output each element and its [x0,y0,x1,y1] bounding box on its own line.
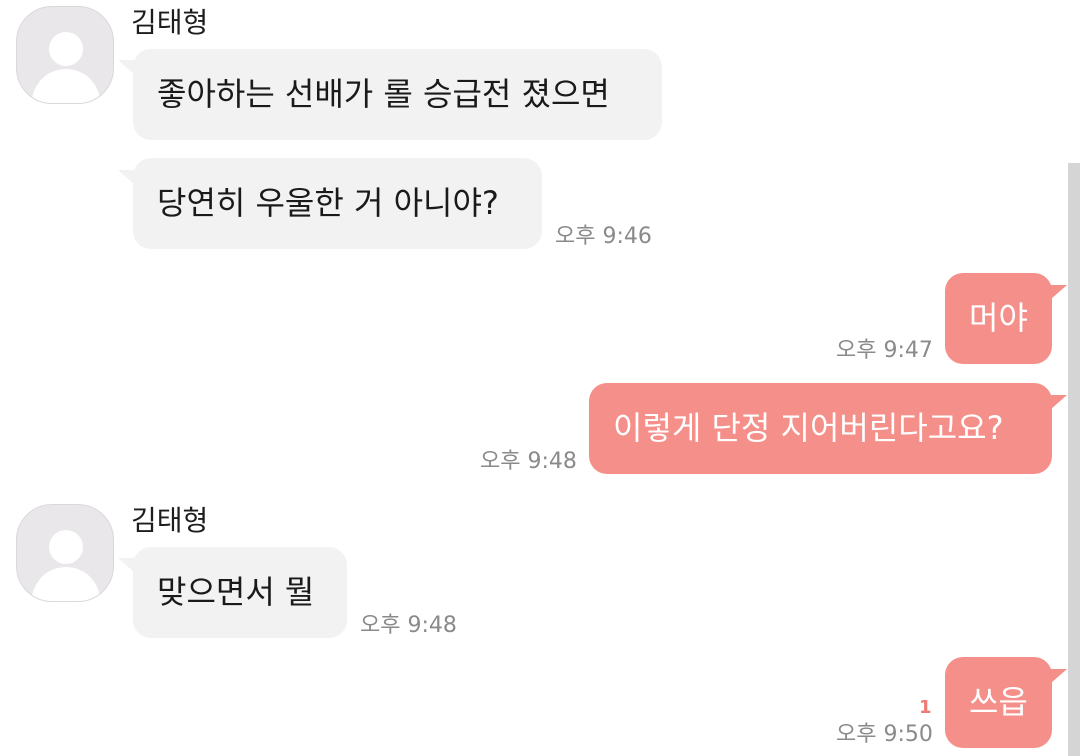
incoming-message-bubble[interactable]: 좋아하는 선배가 롤 승급전 졌으면 [133,49,662,140]
scrollbar[interactable] [1068,163,1080,756]
unread-count-badge: 1 [919,697,932,718]
bubble-tail [118,170,134,184]
message-timestamp: 오후 9:47 [836,338,933,363]
outgoing-message-bubble[interactable]: 머야 [945,273,1052,364]
outgoing-message-bubble[interactable]: 이렇게 단정 지어버린다고요? [589,383,1052,474]
bubble-tail [1051,285,1067,299]
sender-name: 김태형 [131,504,209,537]
outgoing-message-bubble[interactable]: 쓰읍 [945,657,1052,748]
chat-room: 김태형 좋아하는 선배가 롤 승급전 졌으면 당연히 우울한 거 아니야? 오후… [0,0,1080,756]
bubble-tail [1051,395,1067,409]
bubble-tail [118,60,134,74]
message-timestamp: 오후 9:48 [480,449,577,474]
message-timestamp: 오후 9:48 [360,613,457,638]
bubble-tail [1051,669,1067,683]
default-profile-icon[interactable] [16,504,114,602]
default-profile-icon[interactable] [16,6,114,104]
sender-name: 김태형 [131,6,209,39]
incoming-message-bubble[interactable]: 당연히 우울한 거 아니야? [133,158,542,249]
incoming-message-bubble[interactable]: 맞으면서 뭘 [133,547,347,638]
bubble-tail [118,558,134,572]
message-timestamp: 오후 9:46 [555,224,652,249]
message-timestamp: 오후 9:50 [836,722,933,747]
